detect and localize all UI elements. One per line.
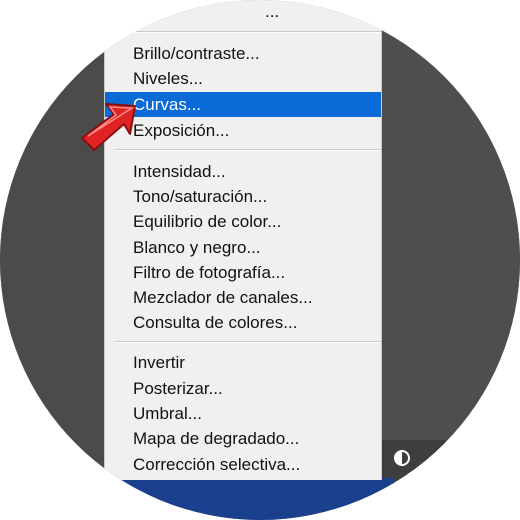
- menu-item-blanco-negro[interactable]: Blanco y negro...: [105, 235, 381, 260]
- menu-separator: [115, 31, 381, 33]
- menu-item-tono-saturacion[interactable]: Tono/saturación...: [105, 184, 381, 209]
- status-bar: [104, 478, 394, 520]
- menu-item-exposicion[interactable]: Exposición...: [105, 118, 381, 143]
- menu-item-niveles[interactable]: Niveles...: [105, 66, 381, 91]
- red-pointer-arrow-icon: [81, 103, 136, 151]
- menu-item-partial[interactable]: ...: [265, 2, 279, 22]
- menu-item-posterizar[interactable]: Posterizar...: [105, 376, 381, 401]
- menu-separator: [115, 149, 381, 151]
- menu-item-mapa-degradado[interactable]: Mapa de degradado...: [105, 426, 381, 451]
- menu-item-equilibrio-color[interactable]: Equilibrio de color...: [105, 209, 381, 234]
- menu-item-consulta-colores[interactable]: Consulta de colores...: [105, 310, 381, 335]
- menu-item-filtro-fotografia[interactable]: Filtro de fotografía...: [105, 260, 381, 285]
- menu-item-mezclador-canales[interactable]: Mezclador de canales...: [105, 285, 381, 310]
- menu-separator: [115, 341, 381, 343]
- menu-item-correccion-selectiva[interactable]: Corrección selectiva...: [105, 452, 381, 477]
- circular-crop-frame: ... Brillo/contraste... Niveles... Curva…: [0, 0, 520, 520]
- adjustments-menu: ... Brillo/contraste... Niveles... Curva…: [104, 0, 382, 480]
- menu-item-brillo-contraste[interactable]: Brillo/contraste...: [105, 41, 381, 66]
- workspace-left-background: [0, 0, 104, 520]
- menu-item-curvas[interactable]: Curvas...: [105, 92, 381, 117]
- half-circle-adjustment-icon[interactable]: [394, 450, 410, 466]
- menu-item-umbral[interactable]: Umbral...: [105, 401, 381, 426]
- menu-item-intensidad[interactable]: Intensidad...: [105, 159, 381, 184]
- menu-item-invertir[interactable]: Invertir: [105, 350, 381, 375]
